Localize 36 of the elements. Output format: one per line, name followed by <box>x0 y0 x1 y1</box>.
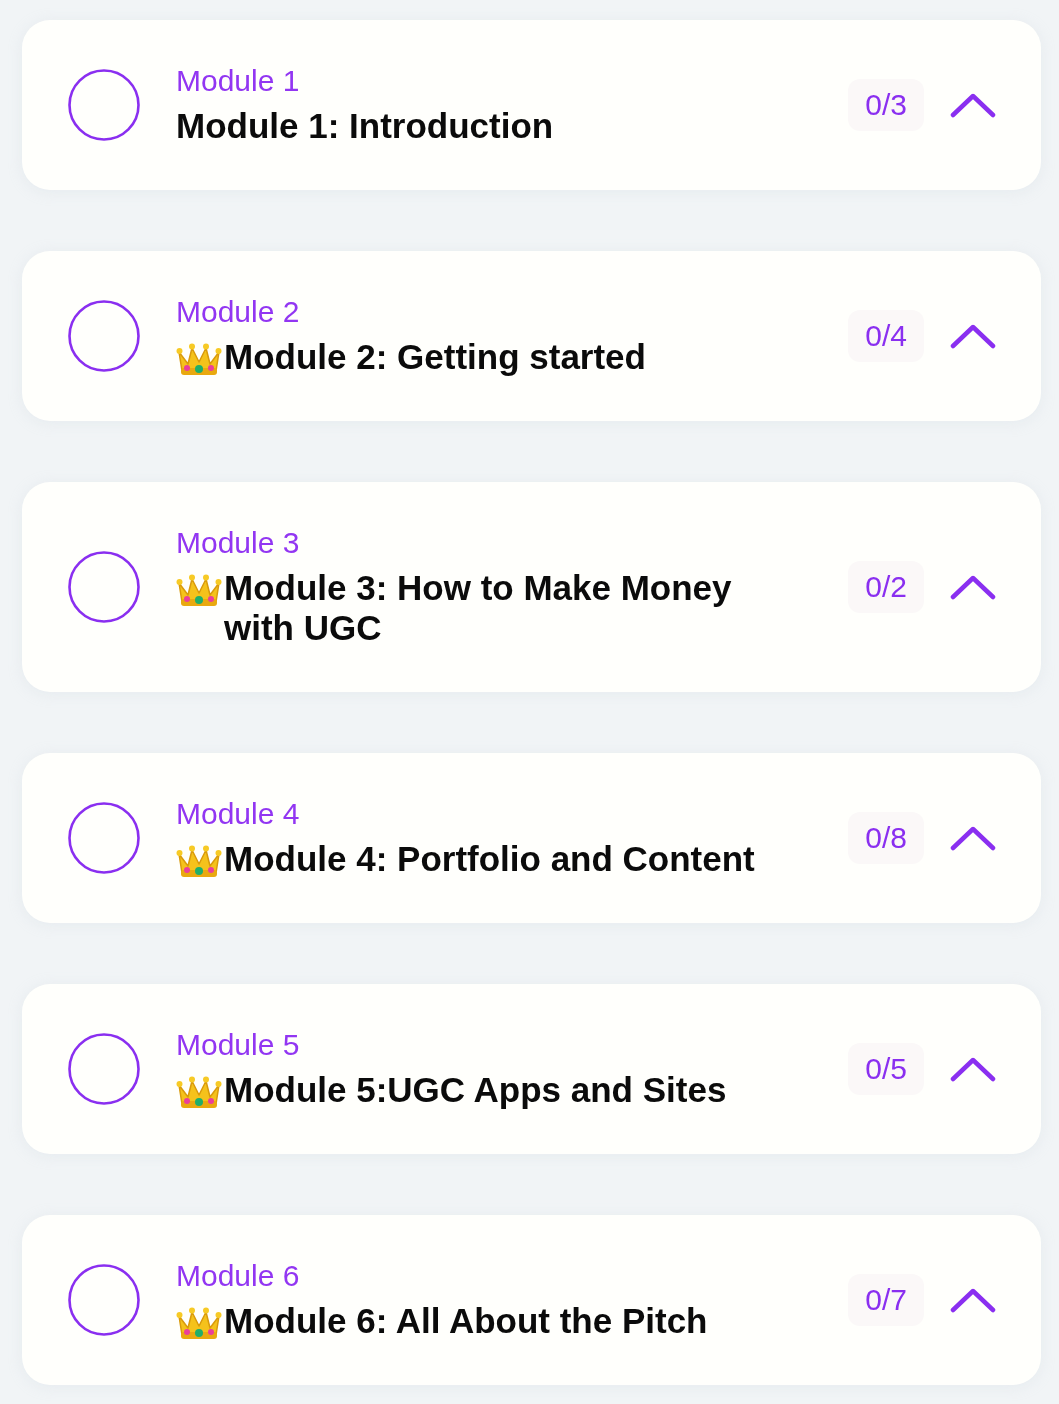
module-label: Module 2 <box>176 295 300 329</box>
module-title: Module 3: How to Make Money with UGC <box>224 568 733 648</box>
progress-count: 0/7 <box>848 1274 924 1326</box>
module-label: Module 6 <box>176 1259 300 1293</box>
chevron-up-icon[interactable] <box>950 574 996 600</box>
module-title: Module 2: Getting started <box>224 337 646 377</box>
module-card[interactable]: Module 1 Module 1: Introduction 0/3 <box>22 20 1041 190</box>
completion-ring-icon[interactable] <box>68 551 140 623</box>
module-card[interactable]: Module 3 Module 3: How to Make Money with UGC 0/2 <box>22 482 1041 692</box>
progress-count: 0/5 <box>848 1043 924 1095</box>
chevron-up-icon[interactable] <box>950 825 996 851</box>
module-card[interactable]: Module 4 Module 4: Portfolio and Content 0/8 <box>22 753 1041 923</box>
module-card[interactable]: Module 5 Module 5:UGC Apps and Sites 0/5 <box>22 984 1041 1154</box>
module-title: Module 4: Portfolio and Content <box>224 839 755 879</box>
chevron-up-icon[interactable] <box>950 323 996 349</box>
progress-count: 0/4 <box>848 310 924 362</box>
chevron-up-icon[interactable] <box>950 1056 996 1082</box>
chevron-up-icon[interactable] <box>950 1287 996 1313</box>
module-label: Module 1 <box>176 64 300 98</box>
module-card[interactable]: Module 6 Module 6: All About the Pitch 0/7 <box>22 1215 1041 1385</box>
module-title: Module 1: Introduction <box>176 106 554 146</box>
module-label: Module 4 <box>176 797 300 831</box>
module-label: Module 3 <box>176 526 300 560</box>
completion-ring-icon[interactable] <box>68 1264 140 1336</box>
module-label: Module 5 <box>176 1028 300 1062</box>
module-title: Module 5:UGC Apps and Sites <box>224 1070 727 1110</box>
completion-ring-icon[interactable] <box>68 69 140 141</box>
module-card[interactable]: Module 2 Module 2: Getting started 0/4 <box>22 251 1041 421</box>
module-title: Module 6: All About the Pitch <box>224 1301 708 1341</box>
progress-count: 0/3 <box>848 79 924 131</box>
completion-ring-icon[interactable] <box>68 1033 140 1105</box>
chevron-up-icon[interactable] <box>950 92 996 118</box>
progress-count: 0/8 <box>848 812 924 864</box>
completion-ring-icon[interactable] <box>68 802 140 874</box>
completion-ring-icon[interactable] <box>68 300 140 372</box>
progress-count: 0/2 <box>848 561 924 613</box>
